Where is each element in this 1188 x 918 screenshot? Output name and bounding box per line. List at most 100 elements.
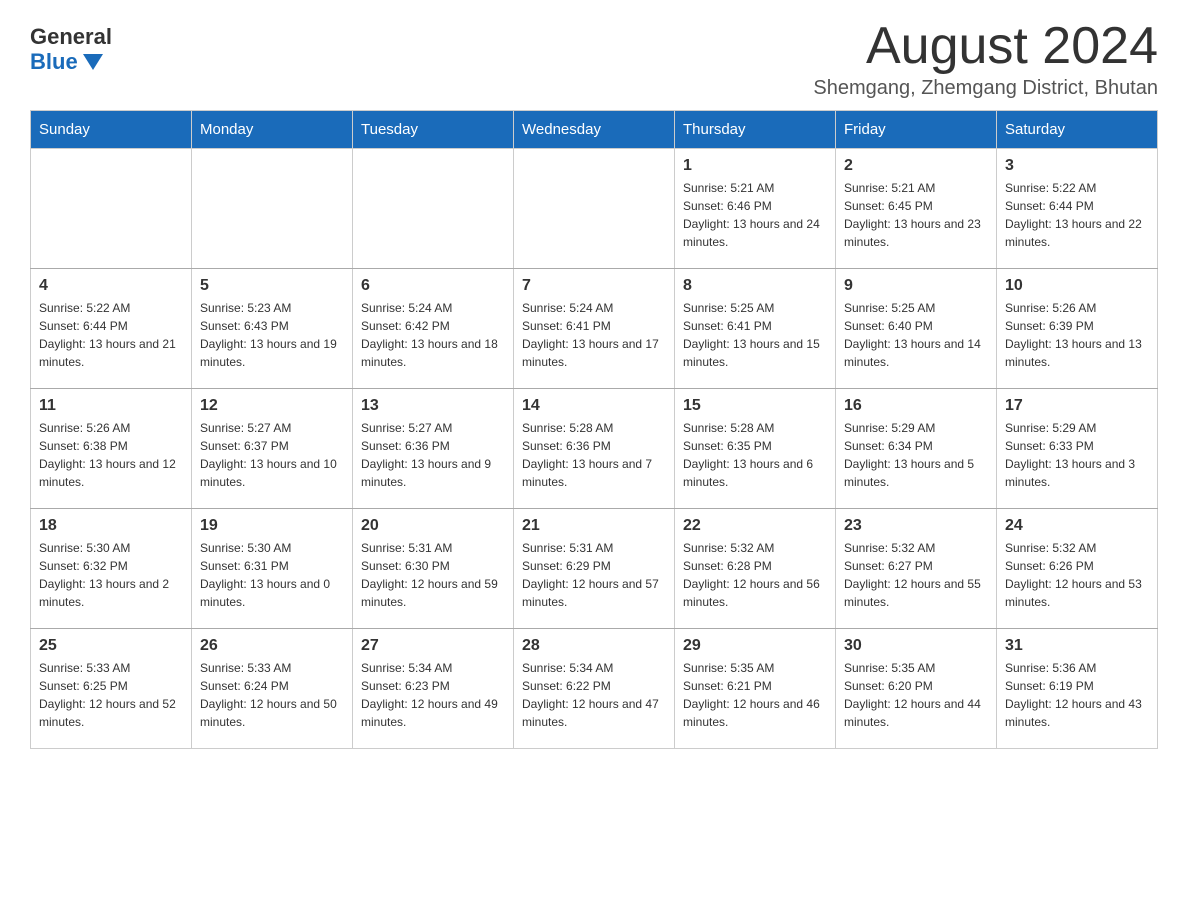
day-number: 28 bbox=[522, 637, 666, 655]
calendar-cell: 27 Sunrise: 5:34 AMSunset: 6:23 PMDayligh… bbox=[353, 629, 514, 749]
day-info: Sunrise: 5:32 AMSunset: 6:27 PMDaylight:… bbox=[844, 539, 988, 611]
day-number: 12 bbox=[200, 397, 344, 415]
logo-blue-text: Blue bbox=[30, 49, 103, 75]
day-info: Sunrise: 5:21 AMSunset: 6:46 PMDaylight:… bbox=[683, 179, 827, 251]
calendar-cell: 25Sunrise: 5:33 AMSunset: 6:25 PMDayligh… bbox=[31, 629, 192, 749]
month-title: August 2024 bbox=[813, 20, 1158, 72]
calendar-cell: 5Sunrise: 5:23 AMSunset: 6:43 PMDaylight… bbox=[192, 269, 353, 389]
day-info: Sunrise: 5:32 AMSunset: 6:26 PMDaylight:… bbox=[1005, 539, 1149, 611]
calendar-header-friday: Friday bbox=[836, 111, 997, 149]
calendar-header-thursday: Thursday bbox=[675, 111, 836, 149]
logo-general-text: General bbox=[30, 25, 112, 49]
day-info: Sunrise: 5:35 AMSunset: 6:20 PMDaylight:… bbox=[844, 659, 988, 731]
calendar-cell: 11Sunrise: 5:26 AMSunset: 6:38 PMDayligh… bbox=[31, 389, 192, 509]
day-number: 23 bbox=[844, 517, 988, 535]
calendar-week-4: 18 Sunrise: 5:30 AMSunset: 6:32 PMDayligh… bbox=[31, 509, 1158, 629]
calendar-cell: 24 Sunrise: 5:32 AMSunset: 6:26 PMDayligh… bbox=[997, 509, 1158, 629]
day-number: 7 bbox=[522, 277, 666, 295]
logo: General Blue bbox=[30, 20, 112, 75]
day-info: Sunrise: 5:31 AMSunset: 6:30 PMDaylight:… bbox=[361, 539, 505, 611]
day-number: 13 bbox=[361, 397, 505, 415]
day-number: 19 bbox=[200, 517, 344, 535]
calendar-cell: 1 Sunrise: 5:21 AMSunset: 6:46 PMDaylight… bbox=[675, 149, 836, 269]
calendar-cell: 29 Sunrise: 5:35 AMSunset: 6:21 PMDayligh… bbox=[675, 629, 836, 749]
day-number: 31 bbox=[1005, 637, 1149, 655]
calendar-cell bbox=[514, 149, 675, 269]
calendar-week-3: 11Sunrise: 5:26 AMSunset: 6:38 PMDayligh… bbox=[31, 389, 1158, 509]
day-number: 1 bbox=[683, 157, 827, 175]
calendar-cell: 3Sunrise: 5:22 AMSunset: 6:44 PMDaylight… bbox=[997, 149, 1158, 269]
day-number: 20 bbox=[361, 517, 505, 535]
day-number: 11 bbox=[39, 397, 183, 415]
day-number: 4 bbox=[39, 277, 183, 295]
day-number: 25 bbox=[39, 637, 183, 655]
calendar-cell: 6 Sunrise: 5:24 AMSunset: 6:42 PMDaylight… bbox=[353, 269, 514, 389]
calendar-cell: 9 Sunrise: 5:25 AMSunset: 6:40 PMDaylight… bbox=[836, 269, 997, 389]
calendar-cell: 23 Sunrise: 5:32 AMSunset: 6:27 PMDayligh… bbox=[836, 509, 997, 629]
day-number: 29 bbox=[683, 637, 827, 655]
day-info: Sunrise: 5:24 AMSunset: 6:41 PMDaylight:… bbox=[522, 299, 666, 371]
calendar-cell: 16Sunrise: 5:29 AMSunset: 6:34 PMDayligh… bbox=[836, 389, 997, 509]
day-info: Sunrise: 5:30 AMSunset: 6:32 PMDaylight:… bbox=[39, 539, 183, 611]
calendar-cell bbox=[353, 149, 514, 269]
day-number: 27 bbox=[361, 637, 505, 655]
calendar-header-saturday: Saturday bbox=[997, 111, 1158, 149]
calendar-cell: 30Sunrise: 5:35 AMSunset: 6:20 PMDayligh… bbox=[836, 629, 997, 749]
calendar-week-1: 1 Sunrise: 5:21 AMSunset: 6:46 PMDaylight… bbox=[31, 149, 1158, 269]
day-number: 22 bbox=[683, 517, 827, 535]
day-number: 15 bbox=[683, 397, 827, 415]
day-number: 6 bbox=[361, 277, 505, 295]
day-info: Sunrise: 5:34 AMSunset: 6:22 PMDaylight:… bbox=[522, 659, 666, 731]
day-number: 8 bbox=[683, 277, 827, 295]
calendar-cell: 14 Sunrise: 5:28 AMSunset: 6:36 PMDayligh… bbox=[514, 389, 675, 509]
calendar-header-monday: Monday bbox=[192, 111, 353, 149]
page-header: General Blue August 2024 Shemgang, Zhemg… bbox=[30, 20, 1158, 100]
calendar-table: SundayMondayTuesdayWednesdayThursdayFrid… bbox=[30, 110, 1158, 749]
day-number: 2 bbox=[844, 157, 988, 175]
day-info: Sunrise: 5:21 AMSunset: 6:45 PMDaylight:… bbox=[844, 179, 988, 251]
day-info: Sunrise: 5:28 AMSunset: 6:36 PMDaylight:… bbox=[522, 419, 666, 491]
day-number: 5 bbox=[200, 277, 344, 295]
calendar-cell: 10 Sunrise: 5:26 AMSunset: 6:39 PMDayligh… bbox=[997, 269, 1158, 389]
logo-triangle-icon bbox=[83, 54, 103, 70]
day-number: 21 bbox=[522, 517, 666, 535]
calendar-cell: 12Sunrise: 5:27 AMSunset: 6:37 PMDayligh… bbox=[192, 389, 353, 509]
day-info: Sunrise: 5:33 AMSunset: 6:24 PMDaylight:… bbox=[200, 659, 344, 731]
calendar-cell: 15Sunrise: 5:28 AMSunset: 6:35 PMDayligh… bbox=[675, 389, 836, 509]
calendar-cell bbox=[31, 149, 192, 269]
day-number: 17 bbox=[1005, 397, 1149, 415]
day-info: Sunrise: 5:22 AMSunset: 6:44 PMDaylight:… bbox=[39, 299, 183, 371]
calendar-cell: 22 Sunrise: 5:32 AMSunset: 6:28 PMDayligh… bbox=[675, 509, 836, 629]
calendar-cell: 26Sunrise: 5:33 AMSunset: 6:24 PMDayligh… bbox=[192, 629, 353, 749]
day-info: Sunrise: 5:32 AMSunset: 6:28 PMDaylight:… bbox=[683, 539, 827, 611]
day-info: Sunrise: 5:36 AMSunset: 6:19 PMDaylight:… bbox=[1005, 659, 1149, 731]
calendar-cell: 17 Sunrise: 5:29 AMSunset: 6:33 PMDayligh… bbox=[997, 389, 1158, 509]
calendar-cell: 18 Sunrise: 5:30 AMSunset: 6:32 PMDayligh… bbox=[31, 509, 192, 629]
calendar-header-sunday: Sunday bbox=[31, 111, 192, 149]
calendar-header-row: SundayMondayTuesdayWednesdayThursdayFrid… bbox=[31, 111, 1158, 149]
day-info: Sunrise: 5:31 AMSunset: 6:29 PMDaylight:… bbox=[522, 539, 666, 611]
day-info: Sunrise: 5:34 AMSunset: 6:23 PMDaylight:… bbox=[361, 659, 505, 731]
day-number: 14 bbox=[522, 397, 666, 415]
day-number: 9 bbox=[844, 277, 988, 295]
title-area: August 2024 Shemgang, Zhemgang District,… bbox=[813, 20, 1158, 100]
day-info: Sunrise: 5:22 AMSunset: 6:44 PMDaylight:… bbox=[1005, 179, 1149, 251]
day-info: Sunrise: 5:26 AMSunset: 6:39 PMDaylight:… bbox=[1005, 299, 1149, 371]
calendar-header-wednesday: Wednesday bbox=[514, 111, 675, 149]
day-number: 16 bbox=[844, 397, 988, 415]
calendar-cell: 2 Sunrise: 5:21 AMSunset: 6:45 PMDaylight… bbox=[836, 149, 997, 269]
calendar-week-2: 4 Sunrise: 5:22 AMSunset: 6:44 PMDaylight… bbox=[31, 269, 1158, 389]
day-number: 18 bbox=[39, 517, 183, 535]
day-number: 24 bbox=[1005, 517, 1149, 535]
day-number: 10 bbox=[1005, 277, 1149, 295]
calendar-cell: 28 Sunrise: 5:34 AMSunset: 6:22 PMDayligh… bbox=[514, 629, 675, 749]
calendar-cell: 13Sunrise: 5:27 AMSunset: 6:36 PMDayligh… bbox=[353, 389, 514, 509]
calendar-cell: 21 Sunrise: 5:31 AMSunset: 6:29 PMDayligh… bbox=[514, 509, 675, 629]
day-info: Sunrise: 5:29 AMSunset: 6:33 PMDaylight:… bbox=[1005, 419, 1149, 491]
calendar-cell bbox=[192, 149, 353, 269]
day-info: Sunrise: 5:25 AMSunset: 6:40 PMDaylight:… bbox=[844, 299, 988, 371]
calendar-header-tuesday: Tuesday bbox=[353, 111, 514, 149]
calendar-cell: 7 Sunrise: 5:24 AMSunset: 6:41 PMDaylight… bbox=[514, 269, 675, 389]
day-info: Sunrise: 5:35 AMSunset: 6:21 PMDaylight:… bbox=[683, 659, 827, 731]
day-info: Sunrise: 5:24 AMSunset: 6:42 PMDaylight:… bbox=[361, 299, 505, 371]
